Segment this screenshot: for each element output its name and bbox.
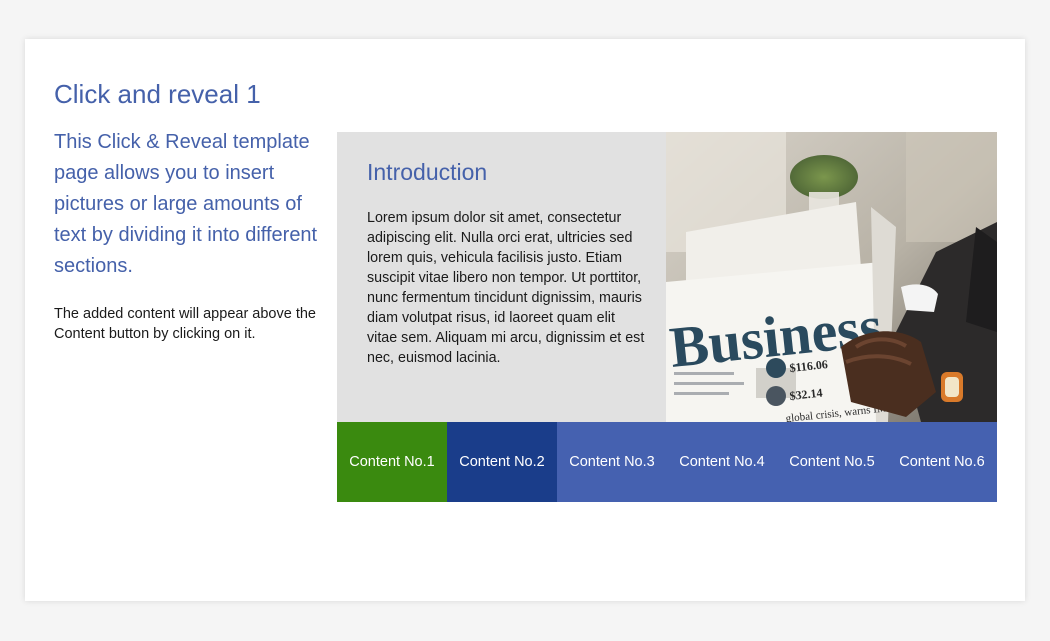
tab-content-3-label: Content No.3 [569,454,655,470]
intro-lead-text: This Click & Reveal template page allows… [54,131,318,277]
tab-content-3[interactable]: Content No.3 [557,422,667,502]
tab-content-4-label: Content No.4 [679,454,765,470]
revealed-content-box: Introduction Lorem ipsum dolor sit amet,… [337,132,666,422]
page-title: Click and reveal 1 [54,79,261,109]
click-reveal-panel: Introduction Lorem ipsum dolor sit amet,… [337,132,997,502]
tab-content-2[interactable]: Content No.2 [447,422,557,502]
content-tab-bar: Content No.1 Content No.2 Content No.3 C… [337,422,997,502]
tab-content-6-label: Content No.6 [899,454,985,470]
tab-content-2-label: Content No.2 [459,454,545,470]
instruction-note: The added content will appear above the … [54,306,316,342]
tab-content-1[interactable]: Content No.1 [337,422,447,502]
slide-card: Click and reveal 1 This Click & Reveal t… [25,39,1025,601]
tab-content-4[interactable]: Content No.4 [667,422,777,502]
content-body-text: Lorem ipsum dolor sit amet, consectetur … [367,210,645,366]
tab-content-1-label: Content No.1 [349,454,435,470]
content-heading: Introduction [367,159,488,185]
tab-content-5[interactable]: Content No.5 [777,422,887,502]
tab-content-5-label: Content No.5 [789,454,875,470]
tab-content-6[interactable]: Content No.6 [887,422,997,502]
newspaper-photo-illustration: Business $116.06 $32.14 global crisis, w… [666,132,997,422]
newspaper-photo: Business $116.06 $32.14 global crisis, w… [666,132,997,422]
